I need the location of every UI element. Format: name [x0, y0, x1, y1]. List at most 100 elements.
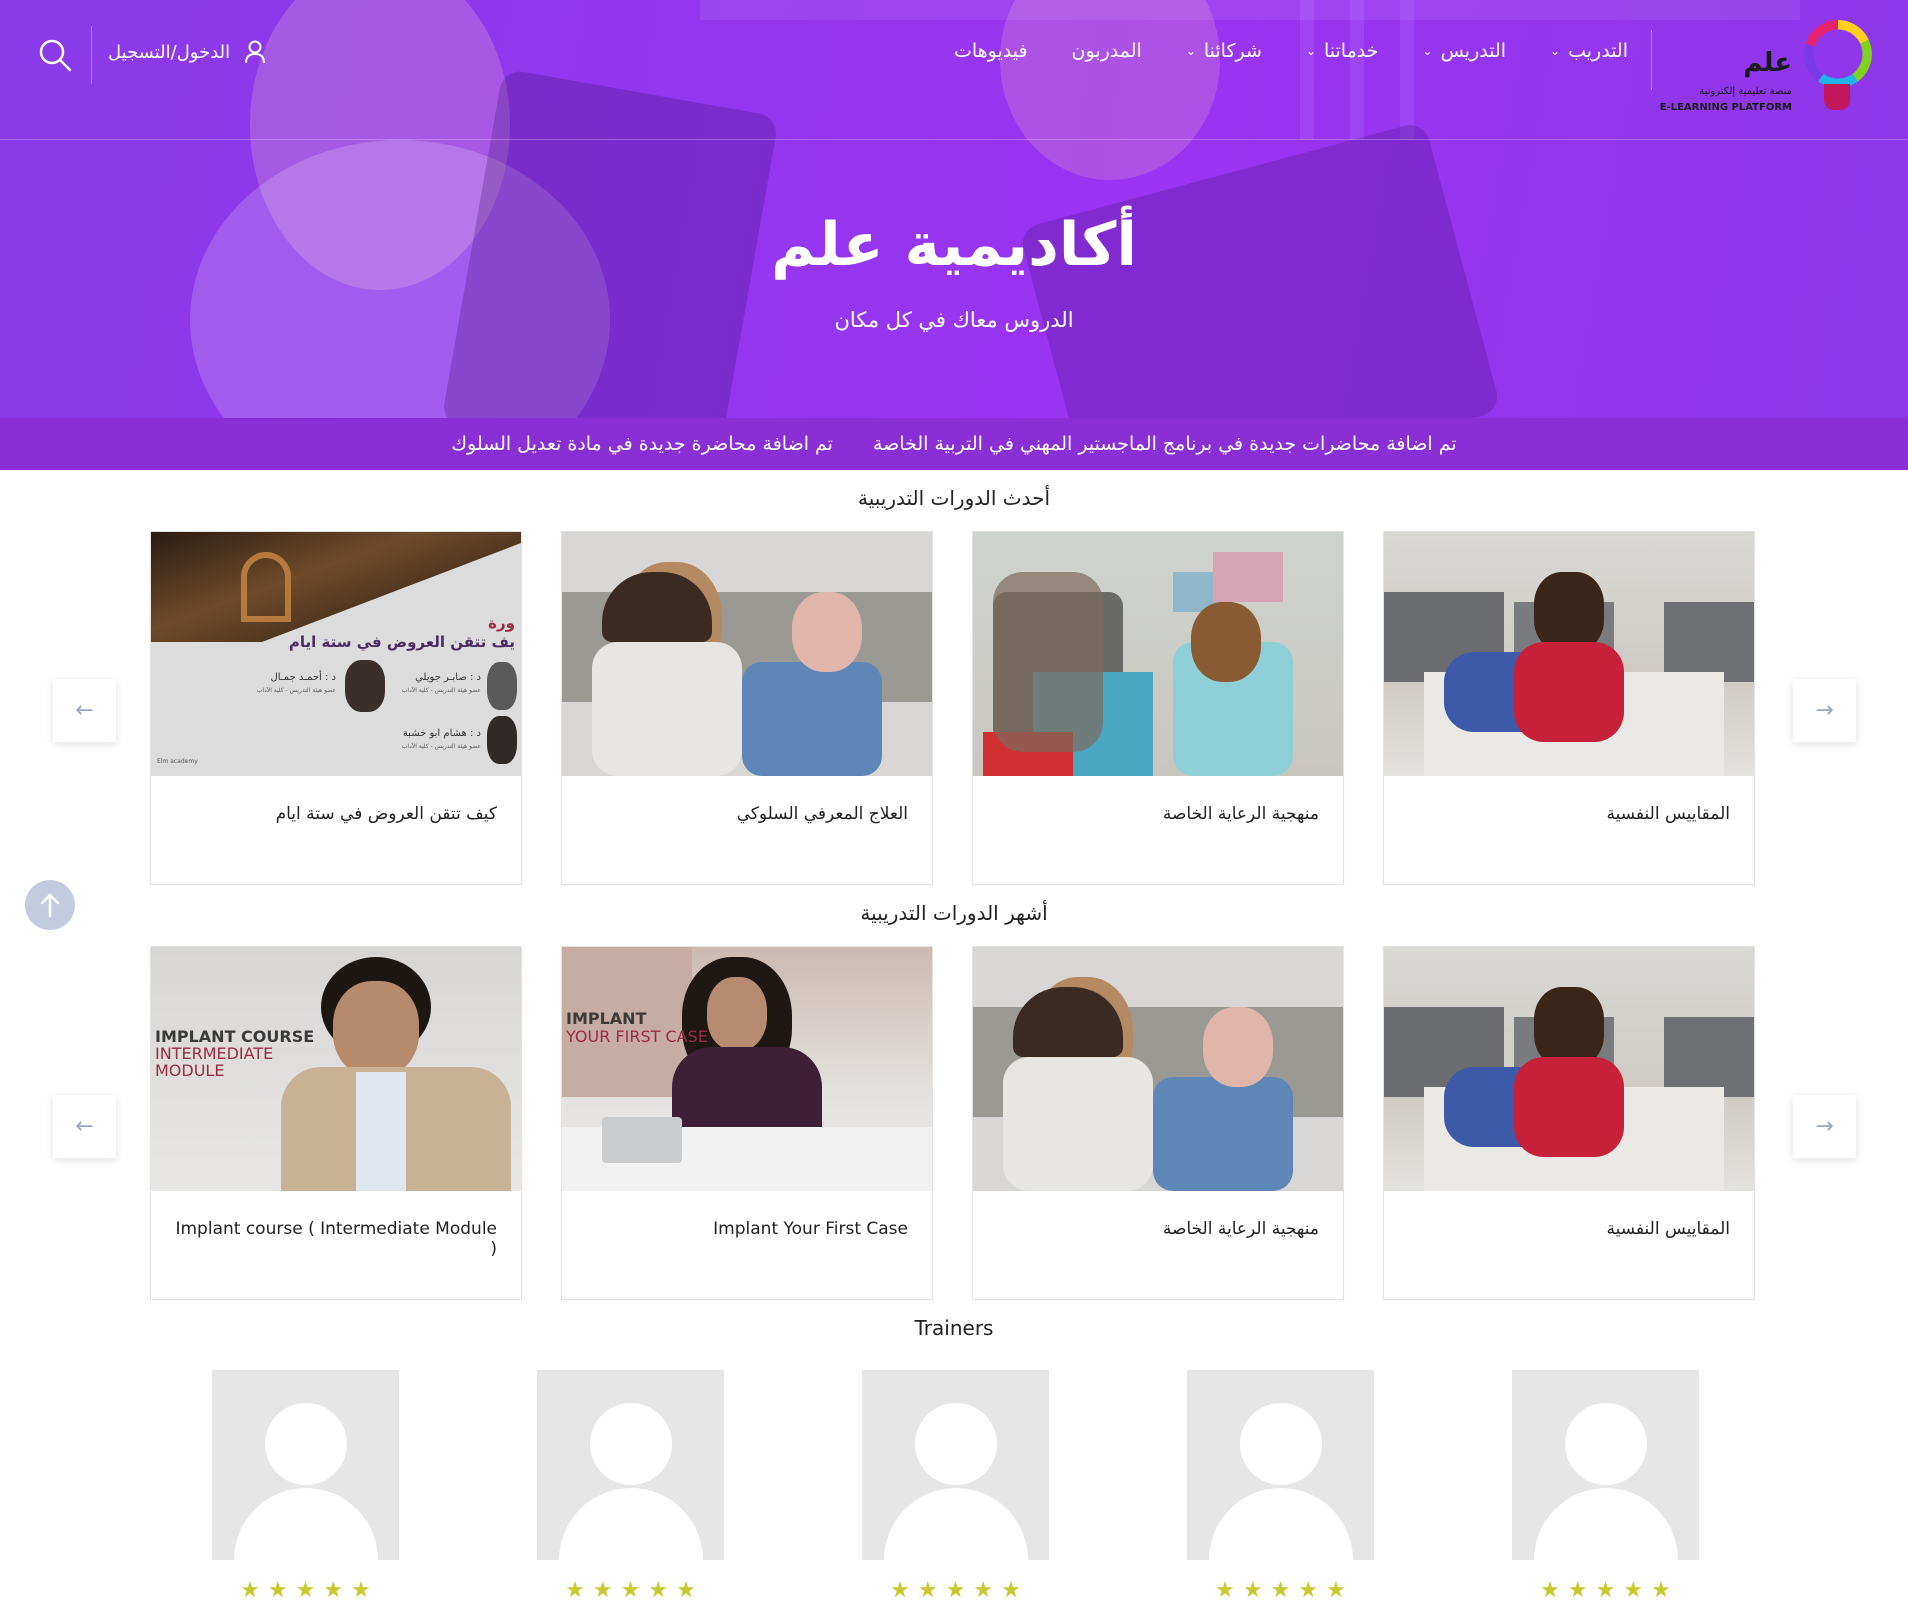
nav-item-videos[interactable]: فيديوهات — [954, 40, 1028, 62]
star-icon: ★ — [917, 1578, 938, 1600]
main-nav: التدريب ⌄ التدريس ⌄ خدماتنا ⌄ شركائنا ⌄ … — [954, 40, 1628, 62]
hero-title: أكاديمية علم — [771, 210, 1137, 280]
chevron-down-icon: ⌄ — [1185, 44, 1196, 58]
popular-next-arrow-icon[interactable]: → — [1793, 1095, 1856, 1158]
course-title: منهجية الرعاية الخاصة — [1162, 804, 1319, 824]
news-ticker: تم اضافة محاضرات جديدة في برنامج الماجست… — [0, 418, 1908, 470]
star-icon: ★ — [240, 1578, 260, 1600]
user-icon — [245, 40, 266, 64]
logo-subtitle: منصة تعليمية إلكترونية — [1699, 86, 1792, 97]
star-icon: ★ — [295, 1578, 316, 1600]
chevron-down-icon: ⌄ — [1305, 44, 1316, 58]
course-title: Implant Your First Case — [713, 1219, 908, 1239]
course-card[interactable]: ورة يف تتقن العروض في ستة ايام د : صابـر… — [150, 531, 522, 885]
course-card[interactable]: العلاج المعرفي السلوكي — [561, 531, 933, 885]
course-card[interactable]: IMPLANT YOUR FIRST CASE Implant Your Fir… — [561, 946, 933, 1300]
star-icon: ★ — [973, 1578, 994, 1600]
star-icon: ★ — [1540, 1578, 1560, 1600]
star-icon: ★ — [1215, 1578, 1235, 1600]
trainer-card[interactable]: ★ ★ ★ ★ ★ — [1512, 1370, 1699, 1600]
star-rating: ★ ★ ★ ★ ★ — [1187, 1578, 1374, 1600]
course-card[interactable]: منهجية الرعاية الخاصة — [972, 946, 1344, 1300]
ticker-item[interactable]: تم اضافة محاضرة جديدة في مادة تعديل السل… — [451, 433, 833, 455]
avatar-placeholder-icon — [212, 1370, 399, 1560]
avatar-placeholder-icon — [537, 1370, 724, 1560]
logo-wordmark: علم — [1743, 48, 1792, 78]
hero-subtitle: الدروس معاك في كل مكان — [834, 308, 1074, 332]
star-rating: ★ ★ ★ ★ ★ — [862, 1578, 1049, 1600]
star-icon: ★ — [945, 1578, 966, 1600]
logo-english-text: E-LEARNING PLATFORM — [1659, 102, 1792, 113]
course-thumbnail: IMPLANT COURSE INTERMEDIATE MODULE — [151, 947, 521, 1191]
login-label: الدخول/التسجيل — [108, 41, 231, 63]
star-icon: ★ — [676, 1578, 696, 1600]
course-title: العلاج المعرفي السلوكي — [736, 804, 908, 824]
star-icon: ★ — [890, 1578, 910, 1600]
star-icon: ★ — [565, 1578, 585, 1600]
star-icon: ★ — [620, 1578, 641, 1600]
latest-prev-arrow-icon[interactable]: ← — [53, 679, 116, 742]
nav-item-teaching[interactable]: التدريس ⌄ — [1423, 40, 1507, 62]
site-logo[interactable]: علم منصة تعليمية إلكترونية E-LEARNING PL… — [1660, 20, 1872, 116]
thumbnail-headline: يف تتقن العروض في ستة ايام — [288, 633, 515, 651]
popular-prev-arrow-icon[interactable]: ← — [53, 1095, 116, 1158]
course-thumbnail — [1384, 947, 1754, 1191]
course-thumbnail — [973, 947, 1343, 1191]
avatar-placeholder-icon — [1187, 1370, 1374, 1560]
star-icon: ★ — [1595, 1578, 1616, 1600]
star-rating: ★ ★ ★ ★ ★ — [537, 1578, 724, 1600]
chevron-down-icon: ⌄ — [1550, 44, 1561, 58]
star-icon: ★ — [648, 1578, 669, 1600]
course-card[interactable]: المقاييس النفسية — [1383, 946, 1755, 1300]
course-card[interactable]: IMPLANT COURSE INTERMEDIATE MODULE Impla… — [150, 946, 522, 1300]
star-icon: ★ — [1270, 1578, 1291, 1600]
star-icon: ★ — [592, 1578, 613, 1600]
latest-courses-heading: أحدث الدورات التدريبية — [857, 486, 1050, 510]
login-divider — [91, 26, 92, 84]
trainer-card[interactable]: ★ ★ ★ ★ ★ — [1187, 1370, 1374, 1600]
logo-bulb-icon — [1804, 20, 1872, 88]
star-icon: ★ — [1001, 1578, 1021, 1600]
trainer-card[interactable]: ★ ★ ★ ★ ★ — [212, 1370, 399, 1600]
course-title: كيف تتقن العروض في ستة ايام — [275, 804, 497, 824]
star-icon: ★ — [1567, 1578, 1588, 1600]
star-icon: ★ — [1242, 1578, 1263, 1600]
star-icon: ★ — [351, 1578, 371, 1600]
star-icon: ★ — [1651, 1578, 1671, 1600]
course-thumbnail: IMPLANT YOUR FIRST CASE — [562, 947, 932, 1191]
nav-item-trainers[interactable]: المدربون — [1072, 40, 1142, 62]
trainers-heading: Trainers — [914, 1316, 994, 1340]
thumbnail-heading: ورة — [488, 614, 515, 632]
nav-item-partners[interactable]: شركائنا ⌄ — [1186, 40, 1262, 62]
course-title: المقاييس النفسية — [1606, 1219, 1731, 1239]
course-thumbnail: ورة يف تتقن العروض في ستة ايام د : صابـر… — [151, 532, 521, 776]
course-card[interactable]: المقاييس النفسية — [1383, 531, 1755, 885]
avatar-placeholder-icon — [862, 1370, 1049, 1560]
ticker-item[interactable]: تم اضافة محاضرات جديدة في برنامج الماجست… — [873, 433, 1457, 455]
star-icon: ★ — [1298, 1578, 1319, 1600]
top-navigation-bar: علم منصة تعليمية إلكترونية E-LEARNING PL… — [0, 0, 1908, 140]
popular-courses-carousel: المقاييس النفسية منهجية الرعاية الخاصة I… — [150, 946, 1755, 1300]
course-thumbnail — [1384, 532, 1754, 776]
trainer-card[interactable]: ★ ★ ★ ★ ★ — [537, 1370, 724, 1600]
star-icon: ★ — [267, 1578, 288, 1600]
trainers-list: ★ ★ ★ ★ ★ ★ ★ ★ ★ ★ ★ ★ ★ ★ ★ ★ ★ ★ ★ ★ ★ ★ ★ ★ ★ — [212, 1370, 1699, 1600]
latest-courses-carousel: المقاييس النفسية منهجية الرعاية الخاصة ا… — [150, 531, 1755, 885]
hero-banner: علم منصة تعليمية إلكترونية E-LEARNING PL… — [0, 0, 1908, 470]
star-icon: ★ — [1326, 1578, 1346, 1600]
trainer-card[interactable]: ★ ★ ★ ★ ★ — [862, 1370, 1049, 1600]
thumbnail-headline: IMPLANT — [566, 1009, 647, 1028]
search-icon[interactable] — [38, 38, 72, 72]
course-title: منهجية الرعاية الخاصة — [1162, 1219, 1319, 1239]
star-rating: ★ ★ ★ ★ ★ — [212, 1578, 399, 1600]
course-title: Implant course ( Intermediate Module ) — [175, 1219, 497, 1259]
login-register-link[interactable]: الدخول/التسجيل — [108, 40, 266, 64]
nav-item-services[interactable]: خدماتنا ⌄ — [1306, 40, 1379, 62]
course-card[interactable]: منهجية الرعاية الخاصة — [972, 531, 1344, 885]
nav-item-training[interactable]: التدريب ⌄ — [1550, 40, 1628, 62]
popular-courses-heading: أشهر الدورات التدريبية — [860, 901, 1048, 925]
star-rating: ★ ★ ★ ★ ★ — [1512, 1578, 1699, 1600]
chevron-down-icon: ⌄ — [1422, 44, 1433, 58]
latest-next-arrow-icon[interactable]: → — [1793, 679, 1856, 742]
star-icon: ★ — [323, 1578, 344, 1600]
